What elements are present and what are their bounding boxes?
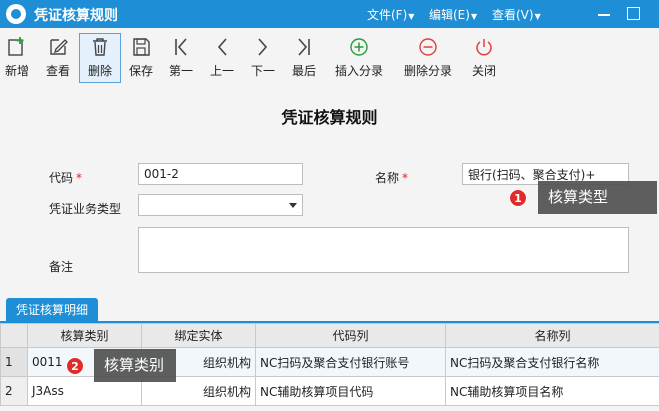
chevron-down-icon — [289, 203, 297, 208]
close-button[interactable]: 关闭 — [469, 36, 499, 86]
biz-type-label: 凭证业务类型 — [49, 202, 122, 216]
last-button[interactable]: 最后 — [289, 36, 319, 86]
biz-type-select[interactable] — [138, 194, 303, 216]
chevron-right-icon — [258, 38, 268, 56]
first-record-icon — [175, 38, 187, 56]
minimize-button[interactable] — [595, 4, 613, 22]
name-label: 名称 * — [375, 171, 409, 185]
tab-voucher-detail[interactable]: 凭证核算明细 — [6, 298, 99, 322]
header-code-col: 代码列 — [255, 323, 446, 348]
save-icon — [133, 38, 150, 56]
delete-entry-button[interactable]: 删除分录 — [400, 36, 456, 86]
cell-name-col[interactable]: NC扫码及聚合支付银行名称 — [445, 347, 659, 377]
callout-tip-1: 核算类型 — [538, 181, 657, 214]
next-button[interactable]: 下一 — [248, 36, 278, 86]
menu-view[interactable]: 查看(V)▼ — [492, 6, 541, 23]
window-title: 凭证核算规则 — [34, 8, 118, 24]
row-number: 1 — [0, 347, 28, 377]
remark-textarea[interactable] — [138, 227, 629, 273]
cell-code-col[interactable]: NC扫码及聚合支付银行账号 — [255, 347, 446, 377]
header-entity: 绑定实体 — [141, 323, 256, 348]
menu-edit[interactable]: 编辑(E)▼ — [429, 6, 477, 23]
maximize-button[interactable] — [624, 4, 642, 22]
header-rownum — [0, 323, 28, 348]
app-logo-icon — [6, 4, 26, 24]
remark-label: 备注 — [49, 260, 74, 274]
menu-file[interactable]: 文件(F)▼ — [367, 6, 414, 23]
form-heading: 凭证核算规则 — [281, 108, 378, 127]
last-record-icon — [298, 38, 310, 56]
code-label: 代码 * — [49, 171, 83, 185]
table-header-row: 核算类别 绑定实体 代码列 名称列 — [0, 323, 659, 348]
save-button[interactable]: 保存 — [126, 36, 156, 86]
chevron-down-icon: ▼ — [534, 12, 541, 21]
view-button[interactable]: 查看 — [43, 36, 73, 86]
required-mark: * — [402, 171, 409, 185]
edit-icon — [50, 39, 68, 55]
toolbar: 新增 查看 删除 保存 第一 上一 下一 最后 插入分录 删除分录 关闭 — [0, 28, 659, 86]
callout-tip-2: 核算类别 — [94, 349, 176, 382]
trash-icon — [93, 38, 107, 56]
row-number: 2 — [0, 376, 28, 406]
new-doc-icon — [8, 37, 24, 56]
delete-button[interactable]: 删除 — [79, 33, 121, 83]
cell-name-col[interactable]: NC辅助核算项目名称 — [445, 376, 659, 406]
prev-button[interactable]: 上一 — [207, 36, 237, 86]
callout-badge-1: 1 — [509, 189, 527, 207]
chevron-down-icon: ▼ — [470, 12, 478, 21]
new-button[interactable]: 新增 — [3, 36, 31, 86]
title-bar: 凭证核算规则 文件(F)▼ 编辑(E)▼ 查看(V)▼ — [0, 0, 659, 28]
chevron-left-icon — [217, 38, 227, 56]
required-mark: * — [76, 171, 83, 185]
first-button[interactable]: 第一 — [166, 36, 196, 86]
callout-badge-2: 2 — [66, 357, 84, 375]
insert-entry-button[interactable]: 插入分录 — [331, 36, 387, 86]
header-name-col: 名称列 — [445, 323, 659, 348]
cell-code-col[interactable]: NC辅助核算项目代码 — [255, 376, 446, 406]
add-circle-icon — [350, 38, 368, 56]
chevron-down-icon: ▼ — [408, 12, 415, 21]
power-icon — [476, 39, 492, 56]
code-field[interactable] — [138, 163, 303, 185]
remove-circle-icon — [419, 38, 437, 56]
header-category: 核算类别 — [27, 323, 142, 348]
